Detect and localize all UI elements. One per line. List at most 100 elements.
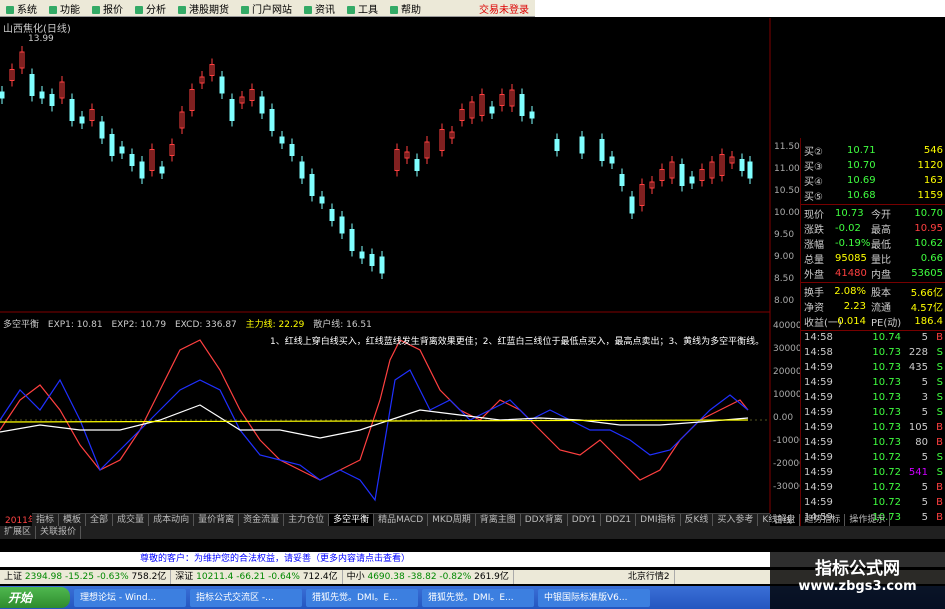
bid-label: 买⑤ xyxy=(804,192,823,203)
stat-row: 现价 10.73 今开 10.70 xyxy=(801,206,945,221)
candle-body xyxy=(369,254,375,266)
indicator-tab-2[interactable]: 全部 xyxy=(86,513,114,527)
menu-item-1[interactable]: 功能 xyxy=(43,1,86,16)
candle-body xyxy=(599,139,605,161)
candle-body xyxy=(99,121,105,139)
menu-icon xyxy=(304,5,312,14)
stock-title: 山西焦化(日线) xyxy=(3,24,71,35)
index-name: 深证 xyxy=(175,572,197,582)
stat-value: -0.19% xyxy=(835,238,871,249)
menu-item-7[interactable]: 工具 xyxy=(341,1,384,16)
candle-body xyxy=(159,166,165,174)
menu-item-label: 功能 xyxy=(60,4,80,16)
menu-item-label: 港股期货 xyxy=(189,4,229,16)
indicator-tab-18[interactable]: K线解盘 xyxy=(758,513,801,527)
taskbar-item-0[interactable]: 理想论坛 - Wind... xyxy=(74,588,186,607)
tick-volume: 105 xyxy=(908,422,928,433)
menu-item-8[interactable]: 帮助 xyxy=(384,1,427,16)
indicator-tab-11[interactable]: 背离主图 xyxy=(476,513,521,527)
indicator-tab-20[interactable]: 操作提示 xyxy=(845,513,891,527)
stat-value: -0.02 xyxy=(835,223,861,234)
menu-item-6[interactable]: 资讯 xyxy=(298,1,341,16)
stat-value: 2.23 xyxy=(843,301,866,312)
tick-volume: 5 xyxy=(921,332,928,343)
stat-value: 10.70 xyxy=(914,208,943,219)
candle-body xyxy=(29,74,35,96)
trade-status[interactable]: 交易未登录 xyxy=(479,1,535,16)
start-button[interactable]: 开始 xyxy=(0,587,70,608)
indicator-tab-3[interactable]: 成交量 xyxy=(113,513,150,527)
stat-value: 2.08% xyxy=(834,286,866,297)
menu-item-label: 门户网站 xyxy=(252,4,292,16)
menu-item-label: 帮助 xyxy=(401,4,421,16)
indicator-axis-label: 10000 xyxy=(773,390,802,400)
index-amt: 712.4亿 xyxy=(302,572,338,582)
indicator-tab-13[interactable]: DDY1 xyxy=(568,513,602,527)
menu-item-0[interactable]: 系统 xyxy=(0,1,43,16)
tick-time: 14:59 xyxy=(804,497,833,508)
tick-price: 10.73 xyxy=(872,407,901,418)
indicator-tab-12[interactable]: DDX背离 xyxy=(521,513,568,527)
indicator-tab-17[interactable]: 买入参考 xyxy=(713,513,759,527)
menu-item-5[interactable]: 门户网站 xyxy=(235,1,298,16)
candle-body xyxy=(529,111,535,119)
candle-body xyxy=(49,94,55,106)
stat-value: 4.57亿 xyxy=(910,303,943,314)
indicator-tab-4[interactable]: 成本动向 xyxy=(149,513,195,527)
menu-item-3[interactable]: 分析 xyxy=(129,1,172,16)
index-amt: 758.2亿 xyxy=(131,572,167,582)
candle-body xyxy=(747,161,753,179)
stat-value: 186.4 xyxy=(914,316,943,327)
indicator-tab-5[interactable]: 量价背离 xyxy=(194,513,240,527)
indicator-tab-10[interactable]: MKD周期 xyxy=(428,513,476,527)
indicator-tab-0[interactable]: 指标 xyxy=(32,513,60,527)
high-price-marker: 13.99 xyxy=(28,34,54,44)
tick-row: 14:59 10.73 5 S xyxy=(801,407,945,422)
main-force-value: 主力线: 22.29 xyxy=(245,320,305,330)
indicator-tab-9[interactable]: 精品MACD xyxy=(374,513,429,527)
indicator-tab-8[interactable]: 多空平衡 xyxy=(329,513,375,527)
extension-tab-0[interactable]: 扩展区 xyxy=(0,526,37,539)
menu-item-2[interactable]: 报价 xyxy=(86,1,129,16)
tick-side: B xyxy=(936,512,943,523)
bid-volume: 546 xyxy=(923,145,943,156)
indicator-tab-19[interactable]: 趋势指标 xyxy=(800,513,846,527)
stat-value: 0.66 xyxy=(920,253,943,264)
indicator-tab-1[interactable]: 模板 xyxy=(59,513,87,527)
tick-volume: 541 xyxy=(908,467,928,478)
indicator-tab-14[interactable]: DDZ1 xyxy=(601,513,637,527)
stat-value: 10.95 xyxy=(914,223,943,234)
taskbar-item-1[interactable]: 指标公式交流区 -... xyxy=(190,588,302,607)
stat-row: 净资 2.23 流通 4.57亿 xyxy=(801,299,945,314)
stat-label: PE(动) xyxy=(871,318,902,329)
candle-body xyxy=(139,161,145,179)
tick-price: 10.72 xyxy=(872,452,901,463)
candle-body xyxy=(359,251,365,259)
stat-label: 流通 xyxy=(871,303,891,314)
menu-bar: 系统 功能 报价 分析 港股期货 门户网站 资讯 工具 帮助 交易未登录 xyxy=(0,0,535,17)
index-item[interactable]: 上证 2394.98 -15.25 -0.63% 758.2亿 xyxy=(0,570,172,584)
taskbar-item-3[interactable]: 猎狐先觉。DMI。E... xyxy=(422,588,534,607)
stat-label: 今开 xyxy=(871,210,891,221)
index-item[interactable]: 中小 4690.38 -38.82 -0.82% 261.9亿 xyxy=(343,570,514,584)
indicator-tab-7[interactable]: 主力仓位 xyxy=(284,513,330,527)
stat-label: 净资 xyxy=(804,303,824,314)
extension-tab-1[interactable]: 关联报价 xyxy=(36,526,82,539)
tick-side: S xyxy=(936,407,943,418)
extension-tabbar: 扩展区 关联报价 xyxy=(0,526,945,539)
index-pct: -0.64% xyxy=(268,572,303,582)
taskbar-item-2[interactable]: 猎狐先觉。DMI。E... xyxy=(306,588,418,607)
indicator-tab-15[interactable]: DMI指标 xyxy=(636,513,681,527)
tick-price: 10.72 xyxy=(872,497,901,508)
server-label[interactable]: 北京行情2 xyxy=(624,570,675,584)
indicator-tab-16[interactable]: 反K线 xyxy=(681,513,714,527)
index-item[interactable]: 深证 10211.4 -66.21 -0.64% 712.4亿 xyxy=(171,570,343,584)
zero-line xyxy=(0,419,749,423)
taskbar-item-4[interactable]: 中银国际标准版V6... xyxy=(538,588,650,607)
tick-row: 14:59 10.73 80 B xyxy=(801,437,945,452)
tick-price: 10.72 xyxy=(872,482,901,493)
indicator-tab-6[interactable]: 资金流量 xyxy=(239,513,285,527)
index-chg: -15.25 xyxy=(64,572,97,582)
menu-item-label: 工具 xyxy=(358,4,378,16)
menu-item-4[interactable]: 港股期货 xyxy=(172,1,235,16)
